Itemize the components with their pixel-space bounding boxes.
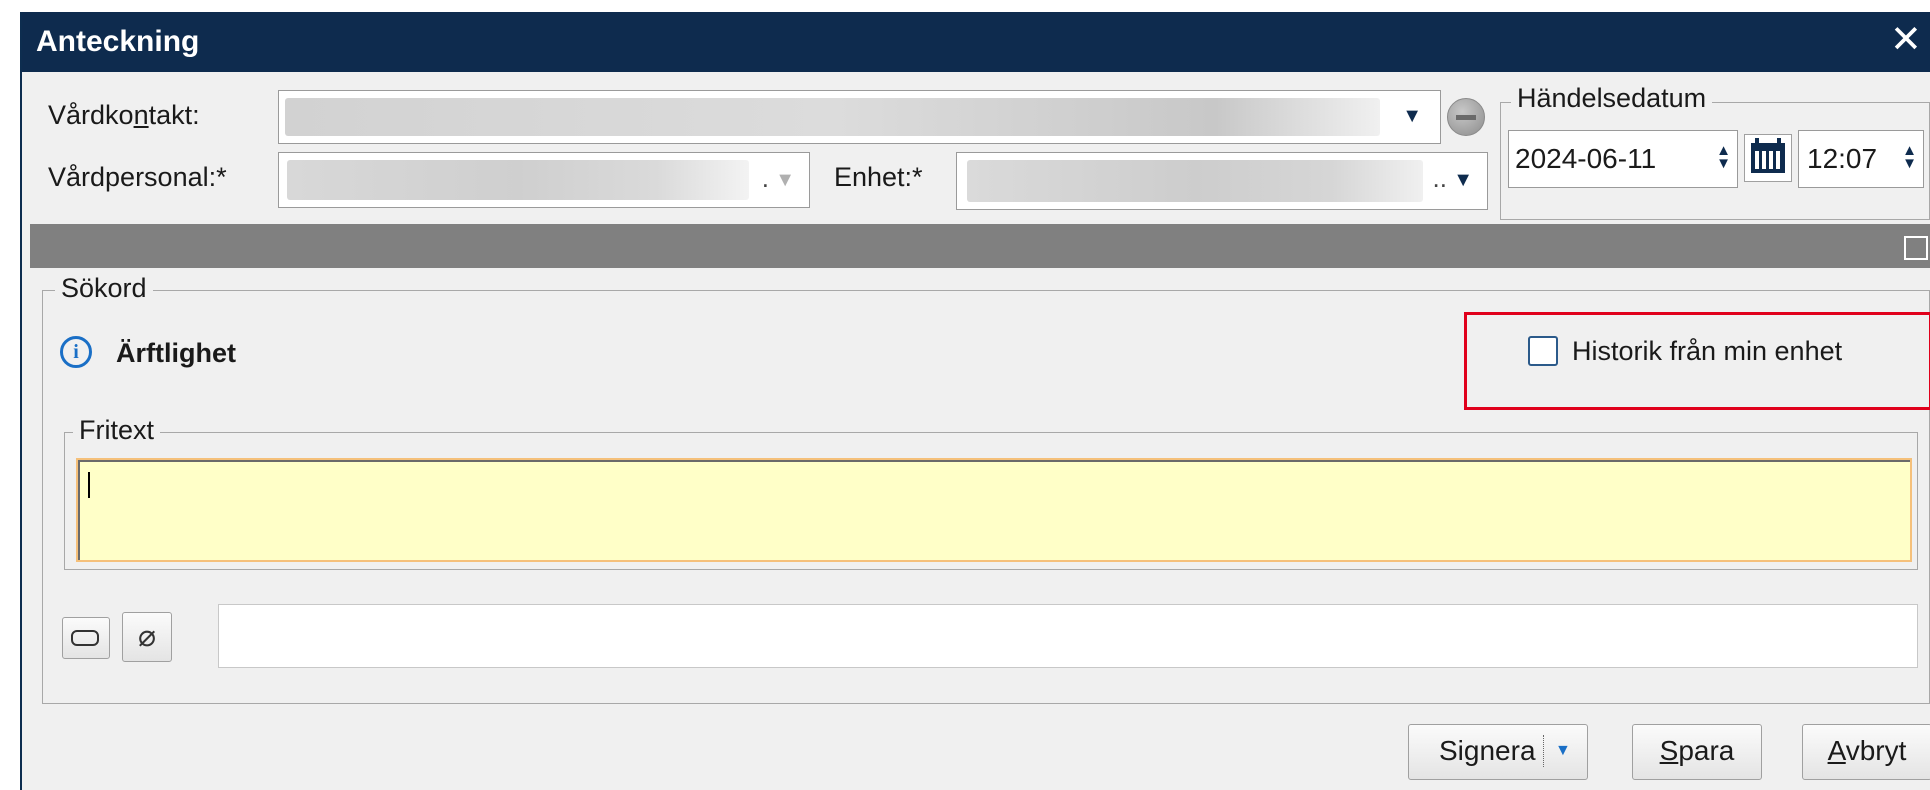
spinner-icon[interactable]: ▲ ▼ [1716, 143, 1731, 171]
chevron-down-icon[interactable]: ▼ [1555, 725, 1571, 777]
dialog-title: Anteckning [36, 25, 200, 58]
vardkontakt-dropdown[interactable]: ▼ [278, 90, 1441, 144]
truncated-indicator: .. [1432, 163, 1447, 193]
chevron-down-icon[interactable]: ▼ [1453, 169, 1473, 192]
dialog-window: Anteckning ✕ Vårdkontakt: ▼ Vårdpersonal… [20, 12, 1930, 790]
calendar-icon[interactable] [1744, 134, 1792, 182]
info-icon[interactable]: i [60, 336, 92, 368]
paperclip-icon[interactable]: ⌀ [122, 612, 172, 662]
title-bar: Anteckning ✕ [22, 12, 1930, 72]
close-icon[interactable]: ✕ [1890, 20, 1922, 60]
chevron-down-icon[interactable]: ▼ [775, 169, 795, 192]
signera-button[interactable]: Signera ▼ [1408, 724, 1588, 780]
section-bar [30, 224, 1930, 268]
attachment-field[interactable] [218, 604, 1918, 668]
spinner-icon[interactable]: ▲ ▼ [1902, 143, 1917, 171]
fritext-input[interactable] [76, 458, 1912, 562]
date-value: 2024-06-11 [1515, 143, 1657, 174]
vardpersonal-label: Vårdpersonal:* [48, 162, 227, 192]
avbryt-button[interactable]: Avbryt [1802, 724, 1930, 780]
redacted-value [285, 98, 1380, 136]
truncated-indicator: . [761, 163, 769, 193]
handelsedatum-legend: Händelsedatum [1511, 83, 1713, 114]
redacted-value [967, 160, 1423, 202]
vardpersonal-dropdown[interactable]: . ▼ [278, 152, 810, 208]
enhet-label: Enhet:* [834, 162, 923, 192]
keyword-title: Ärftlighet [116, 338, 236, 368]
time-field[interactable]: 12:07 ▲ ▼ [1798, 130, 1924, 188]
date-field[interactable]: 2024-06-11 ▲ ▼ [1508, 130, 1738, 188]
remove-icon[interactable] [1447, 98, 1485, 136]
chevron-down-icon[interactable]: ▼ [1402, 105, 1422, 128]
eraser-icon[interactable] [62, 617, 110, 659]
sokord-legend: Sökord [55, 273, 153, 304]
maximize-icon[interactable] [1904, 236, 1928, 260]
vardkontakt-label: Vårdkontakt: [48, 100, 200, 130]
enhet-dropdown[interactable]: .. ▼ [956, 152, 1488, 210]
history-checkbox-label[interactable]: Historik från min enhet [1572, 336, 1842, 367]
fritext-legend: Fritext [73, 415, 161, 446]
split-divider [1543, 735, 1544, 767]
spara-button[interactable]: Spara [1632, 724, 1762, 780]
redacted-value [287, 160, 749, 200]
time-value: 12:07 [1807, 143, 1878, 174]
text-cursor [88, 472, 90, 498]
history-checkbox[interactable] [1528, 336, 1558, 366]
